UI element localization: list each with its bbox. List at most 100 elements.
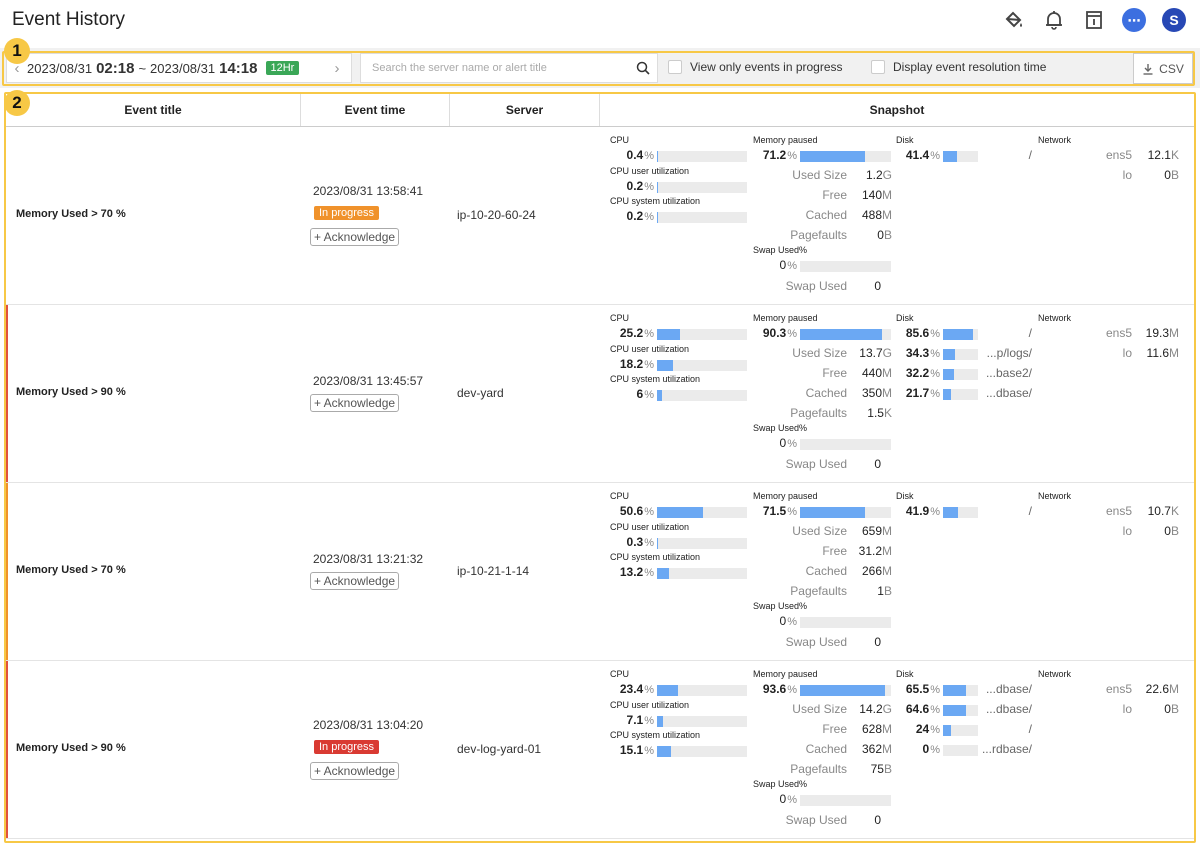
in-progress-checkbox[interactable] [668,60,682,74]
theme-paint-icon[interactable] [1002,8,1026,32]
server-name[interactable]: dev-yard [457,386,504,400]
next-range-icon[interactable]: › [327,60,347,77]
disk-mount-path: ...rdbase/ [981,742,1032,756]
chat-icon[interactable]: ⋯ [1122,8,1146,32]
network-interface-name: lo [1122,346,1132,360]
pagefaults-label: Pagefaults [790,406,847,420]
memory-label: Memory paused [753,135,818,145]
disk-usage-bar [943,329,978,340]
date-range-separator: ~ [138,60,147,76]
free-value: 440M [861,366,892,380]
pagefaults-label: Pagefaults [790,584,847,598]
csv-export-button[interactable]: CSV [1133,53,1193,84]
network-interface-value: 19.3M [1145,326,1179,340]
callout-badge-2: 2 [4,90,30,116]
pagefaults-value: 1.5K [867,406,892,420]
server-name[interactable]: ip-10-20-60-24 [457,208,536,222]
event-title[interactable]: Memory Used > 70 % [16,564,126,576]
cached-label: Cached [805,386,847,400]
cached-label: Cached [805,742,847,756]
column-event-title[interactable]: Event title [6,94,301,126]
cached-label: Cached [805,208,847,222]
status-badge: In progress [314,740,380,754]
disk-mount-path: ...p/logs/ [986,346,1032,360]
cpu-value: 23.4% [619,682,654,696]
swap-used-value: 0 [874,813,881,827]
cpu-user-bar [657,716,747,727]
memory-value: 71.5% [762,504,797,518]
acknowledge-button[interactable]: + Acknowledge [310,228,400,246]
swap-used-label: Swap Used [785,635,847,649]
swap-bar [800,261,891,272]
cpu-system-value: 6% [636,387,654,401]
table-row[interactable]: Memory Used > 70 % 2023/08/31 13:58:41 In … [6,127,1194,305]
calendar-info-icon[interactable] [1082,8,1106,32]
network-label: Network [1038,491,1072,501]
cpu-label: CPU [610,313,630,323]
table-row[interactable]: Memory Used > 90 % 2023/08/31 13:45:57 + A… [6,305,1194,483]
range-duration-badge[interactable]: 12Hr [265,61,300,75]
acknowledge-button[interactable]: + Acknowledge [310,762,400,780]
date-range-picker[interactable]: ‹ 2023/08/31 02:18 ~ 2023/08/31 14:18 12… [6,53,352,83]
event-time: 2023/08/31 13:04:20 [313,718,424,732]
event-time: 2023/08/31 13:21:32 [313,552,424,566]
cpu-label: CPU [610,135,630,145]
used-size-label: Used Size [792,346,847,360]
severity-stripe [6,305,8,482]
in-progress-filter[interactable]: View only events in progress [668,60,843,74]
table-row[interactable]: Memory Used > 70 % 2023/08/31 13:21:32 + A… [6,483,1194,661]
column-server[interactable]: Server [450,94,600,126]
disk-usage-value: 41.9% [905,504,940,518]
table-row[interactable]: Memory Used > 90 % 2023/08/31 13:04:20 In … [6,661,1194,839]
cpu-bar [657,151,747,162]
disk-usage-bar [943,725,978,736]
event-title[interactable]: Memory Used > 90 % [16,742,126,754]
server-name[interactable]: dev-log-yard-01 [457,742,541,756]
swap-bar [800,617,891,628]
swap-bar [800,795,891,806]
resolution-time-filter[interactable]: Display event resolution time [871,60,1046,74]
cpu-system-bar [657,212,747,223]
cpu-value: 0.4% [626,148,654,162]
bell-icon[interactable] [1042,8,1066,32]
memory-value: 71.2% [762,148,797,162]
cpu-system-bar [657,390,747,401]
cpu-system-value: 13.2% [619,565,654,579]
used-size-label: Used Size [792,168,847,182]
memory-label: Memory paused [753,491,818,501]
network-label: Network [1038,313,1072,323]
cpu-label: CPU [610,669,630,679]
pagefaults-value: 0B [877,228,892,242]
cached-label: Cached [805,564,847,578]
event-time: 2023/08/31 13:45:57 [313,374,424,388]
acknowledge-button[interactable]: + Acknowledge [310,572,400,590]
network-interface-value: 11.6M [1146,346,1179,360]
cached-value: 362M [861,742,892,756]
disk-mount-path: / [1028,148,1032,162]
event-title[interactable]: Memory Used > 90 % [16,386,126,398]
free-label: Free [822,366,847,380]
cpu-value: 50.6% [619,504,654,518]
cpu-system-value: 15.1% [619,743,654,757]
resolution-time-checkbox[interactable] [871,60,885,74]
acknowledge-button[interactable]: + Acknowledge [310,394,400,412]
event-title[interactable]: Memory Used > 70 % [16,208,126,220]
used-size-label: Used Size [792,524,847,538]
disk-usage-bar [943,369,978,380]
swap-used-pct-label: Swap Used% [753,423,808,433]
cpu-value: 25.2% [619,326,654,340]
search-icon[interactable] [629,61,657,75]
cached-value: 350M [861,386,892,400]
page-header: Event History ⋯ S [0,0,1200,44]
swap-used-pct-value: 0% [779,258,797,272]
server-name[interactable]: ip-10-21-1-14 [457,564,529,578]
column-event-time[interactable]: Event time [301,94,450,126]
used-size-value: 659M [861,524,892,538]
network-label: Network [1038,669,1072,679]
cpu-user-label: CPU user utilization [610,700,690,710]
swap-used-label: Swap Used [785,457,847,471]
user-avatar[interactable]: S [1162,8,1186,32]
disk-mount-path: / [1028,326,1032,340]
search-input[interactable] [372,62,629,74]
disk-usage-bar [943,745,978,756]
